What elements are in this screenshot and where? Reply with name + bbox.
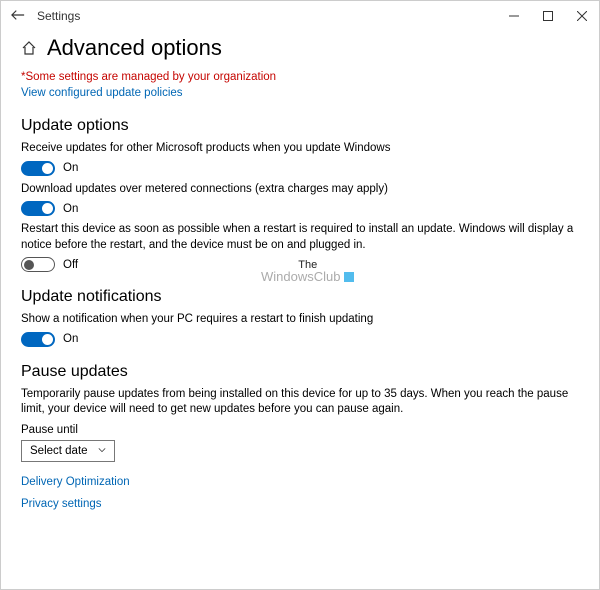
pause-date-value: Select date: [30, 445, 88, 457]
toggle-restart[interactable]: [21, 257, 55, 272]
content-area: Advanced options *Some settings are mana…: [1, 31, 599, 520]
toggle-notify-state: On: [63, 333, 78, 345]
chevron-down-icon: [98, 446, 106, 456]
pause-until-label: Pause until: [21, 424, 579, 436]
section-pause-updates: Pause updates: [21, 363, 579, 381]
toggle-metered[interactable]: [21, 201, 55, 216]
minimize-button[interactable]: [497, 1, 531, 31]
page-title: Advanced options: [47, 35, 222, 61]
privacy-settings-link[interactable]: Privacy settings: [21, 498, 579, 510]
pause-date-dropdown[interactable]: Select date: [21, 440, 115, 462]
titlebar: Settings: [1, 1, 599, 31]
pause-desc: Temporarily pause updates from being ins…: [21, 387, 579, 418]
section-update-notifications: Update notifications: [21, 288, 579, 306]
window-title: Settings: [37, 9, 80, 23]
close-button[interactable]: [565, 1, 599, 31]
view-policies-link[interactable]: View configured update policies: [21, 87, 183, 99]
toggle-restart-state: Off: [63, 259, 78, 271]
home-icon[interactable]: [21, 40, 37, 56]
settings-window: Settings Advanced options *Some settings…: [0, 0, 600, 590]
opt-metered-label: Download updates over metered connection…: [21, 182, 579, 198]
opt-restart-label: Restart this device as soon as possible …: [21, 222, 579, 253]
section-update-options: Update options: [21, 117, 579, 135]
opt-other-products-label: Receive updates for other Microsoft prod…: [21, 141, 579, 157]
toggle-metered-state: On: [63, 203, 78, 215]
back-button[interactable]: [9, 8, 27, 25]
delivery-optimization-link[interactable]: Delivery Optimization: [21, 476, 579, 488]
toggle-notify[interactable]: [21, 332, 55, 347]
org-managed-message: *Some settings are managed by your organ…: [21, 71, 579, 83]
footer-links: Delivery Optimization Privacy settings: [21, 476, 579, 510]
toggle-other-products-state: On: [63, 162, 78, 174]
toggle-other-products[interactable]: [21, 161, 55, 176]
opt-notify-label: Show a notification when your PC require…: [21, 312, 579, 328]
maximize-button[interactable]: [531, 1, 565, 31]
page-header: Advanced options: [21, 35, 579, 61]
